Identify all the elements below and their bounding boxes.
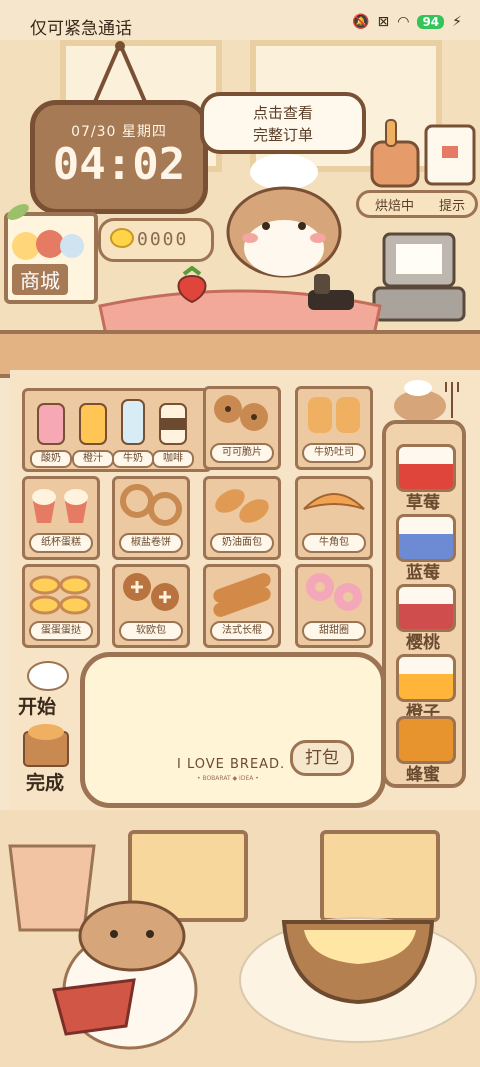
shop-label: 商城: [10, 262, 70, 297]
bread-label: 法式长棍: [210, 621, 274, 641]
orange-juice-icon: [79, 403, 107, 445]
bread-croissant-button[interactable]: 牛角包: [295, 476, 373, 560]
leaf-icon: [7, 204, 29, 220]
drink-label: 酸奶: [30, 450, 72, 468]
bread-milk-toast-button[interactable]: 牛奶吐司: [295, 386, 373, 470]
croissant-icon: [303, 493, 365, 510]
filling-label: 蓝莓: [406, 563, 440, 583]
done-bread-bag-icon: [23, 724, 69, 767]
strawberry-icon: [177, 266, 207, 304]
filling-honey-button[interactable]: 蜂蜜: [392, 716, 456, 785]
bread-donut-button[interactable]: 甜甜圈: [295, 564, 373, 648]
cupcake-icon: [32, 489, 88, 523]
milk-bottle-icon: [121, 399, 145, 445]
bread-label: 牛角包: [302, 533, 366, 553]
bread-label: 甜甜圈: [302, 621, 366, 641]
blueberry-cup-icon: [396, 514, 456, 562]
bread-label: 椒盐卷饼: [119, 533, 183, 553]
stamp-icon: [308, 274, 354, 310]
bread-baguette-button[interactable]: 法式长棍: [203, 564, 281, 648]
done-button[interactable]: 完成: [26, 768, 64, 795]
bread-label: 蛋蛋蛋挞: [29, 621, 93, 641]
drink-coffee-button[interactable]: 咖啡: [152, 396, 194, 468]
baking-text: 烘焙中: [375, 199, 415, 214]
bread-soft-euro-button[interactable]: 软欧包: [112, 564, 190, 648]
drink-milk-button[interactable]: 牛奶: [112, 396, 154, 468]
hint-button[interactable]: 提示: [439, 195, 465, 214]
filling-column: 草莓 蓝莓 樱桃 橙子 蜂蜜: [382, 420, 466, 788]
bread-label: 纸杯蛋糕: [29, 533, 93, 553]
soft-bread-icon: [123, 573, 179, 611]
coin-counter: 0000: [98, 218, 214, 262]
status-icons: 🔕 ⊠ ◠ 94 ⚡: [352, 14, 462, 30]
drink-orange-juice-button[interactable]: 橙汁: [72, 396, 114, 468]
mini-chef-icon: [394, 380, 459, 422]
filling-label: 樱桃: [406, 633, 440, 653]
bread-cupcake-button[interactable]: 纸杯蛋糕: [22, 476, 100, 560]
bread-pretzel-button[interactable]: 椒盐卷饼: [112, 476, 190, 560]
drink-yogurt-button[interactable]: 酸奶: [30, 396, 72, 468]
order-bubble-button[interactable]: 点击查看 完整订单: [200, 92, 366, 154]
packing-tray[interactable]: I LOVE BREAD. • BOBARAT ◆ IDEA •: [80, 652, 386, 808]
toast-icon: [308, 397, 360, 433]
coin-value: 0000: [137, 229, 189, 250]
coin-icon: [110, 228, 134, 248]
bread-cream-bun-button[interactable]: 奶油面包: [203, 476, 281, 560]
bread-label: 可可脆片: [210, 443, 274, 463]
egg-tart-icon: [29, 575, 91, 615]
filling-strawberry-button[interactable]: 草莓: [392, 444, 456, 513]
drink-label: 牛奶: [112, 450, 154, 468]
carrier-text: 仅可紧急通话: [30, 19, 132, 39]
pretzel-icon: [120, 484, 182, 526]
bread-label: 软欧包: [119, 621, 183, 641]
clock-sign: 07/30 星期四 04:02: [30, 100, 208, 214]
orange-cup-icon: [396, 654, 456, 702]
donut-icon: [306, 573, 362, 611]
cocoa-cookie-icon: [214, 395, 268, 431]
charging-icon: ⚡: [452, 14, 462, 30]
bread-egg-tart-button[interactable]: 蛋蛋蛋挞: [22, 564, 100, 648]
drink-label: 咖啡: [152, 450, 194, 468]
bread-label: 奶油面包: [210, 533, 274, 553]
tray-subbrand: • BOBARAT ◆ IDEA •: [197, 775, 259, 782]
filling-orange-button[interactable]: 橙子: [392, 654, 456, 723]
hamster-customer-icon: [52, 900, 198, 1050]
tray-brand: I LOVE BREAD.: [177, 757, 286, 772]
strawberry-cup-icon: [396, 444, 456, 492]
wifi-icon: ◠: [397, 14, 410, 30]
baguette-icon: [213, 573, 271, 617]
baking-status: 烘焙中 提示: [356, 190, 478, 218]
mute-icon: 🔕: [352, 14, 370, 30]
filling-cherry-button[interactable]: 樱桃: [392, 584, 456, 653]
order-bubble-line1: 点击查看: [252, 104, 313, 122]
pack-button[interactable]: 打包: [290, 740, 354, 776]
start-button[interactable]: 开始: [18, 692, 56, 719]
filling-blueberry-button[interactable]: 蓝莓: [392, 514, 456, 583]
yogurt-jar-icon: [37, 403, 65, 445]
hamster-baker-icon: [226, 154, 342, 278]
clock-time: 04:02: [52, 139, 186, 190]
battery-level: 94: [417, 15, 445, 29]
coffee-jar-icon: [159, 403, 187, 445]
honey-jar-icon: [396, 716, 456, 764]
cream-bun-icon: [215, 489, 269, 523]
filling-label: 草莓: [406, 493, 440, 513]
bread-label: 牛奶吐司: [302, 443, 366, 463]
drink-label: 橙汁: [72, 450, 114, 468]
filling-label: 蜂蜜: [406, 765, 440, 785]
order-bubble-line2: 完整订单: [252, 126, 313, 144]
clock-date: 07/30 星期四: [71, 124, 167, 140]
cherry-cup-icon: [396, 584, 456, 632]
mixing-bowl-icon: [239, 917, 477, 1043]
no-sim-icon: ⊠: [377, 14, 390, 30]
bread-basket-icon: [370, 119, 476, 188]
bread-cocoa-chip-button[interactable]: 可可脆片: [203, 386, 281, 470]
